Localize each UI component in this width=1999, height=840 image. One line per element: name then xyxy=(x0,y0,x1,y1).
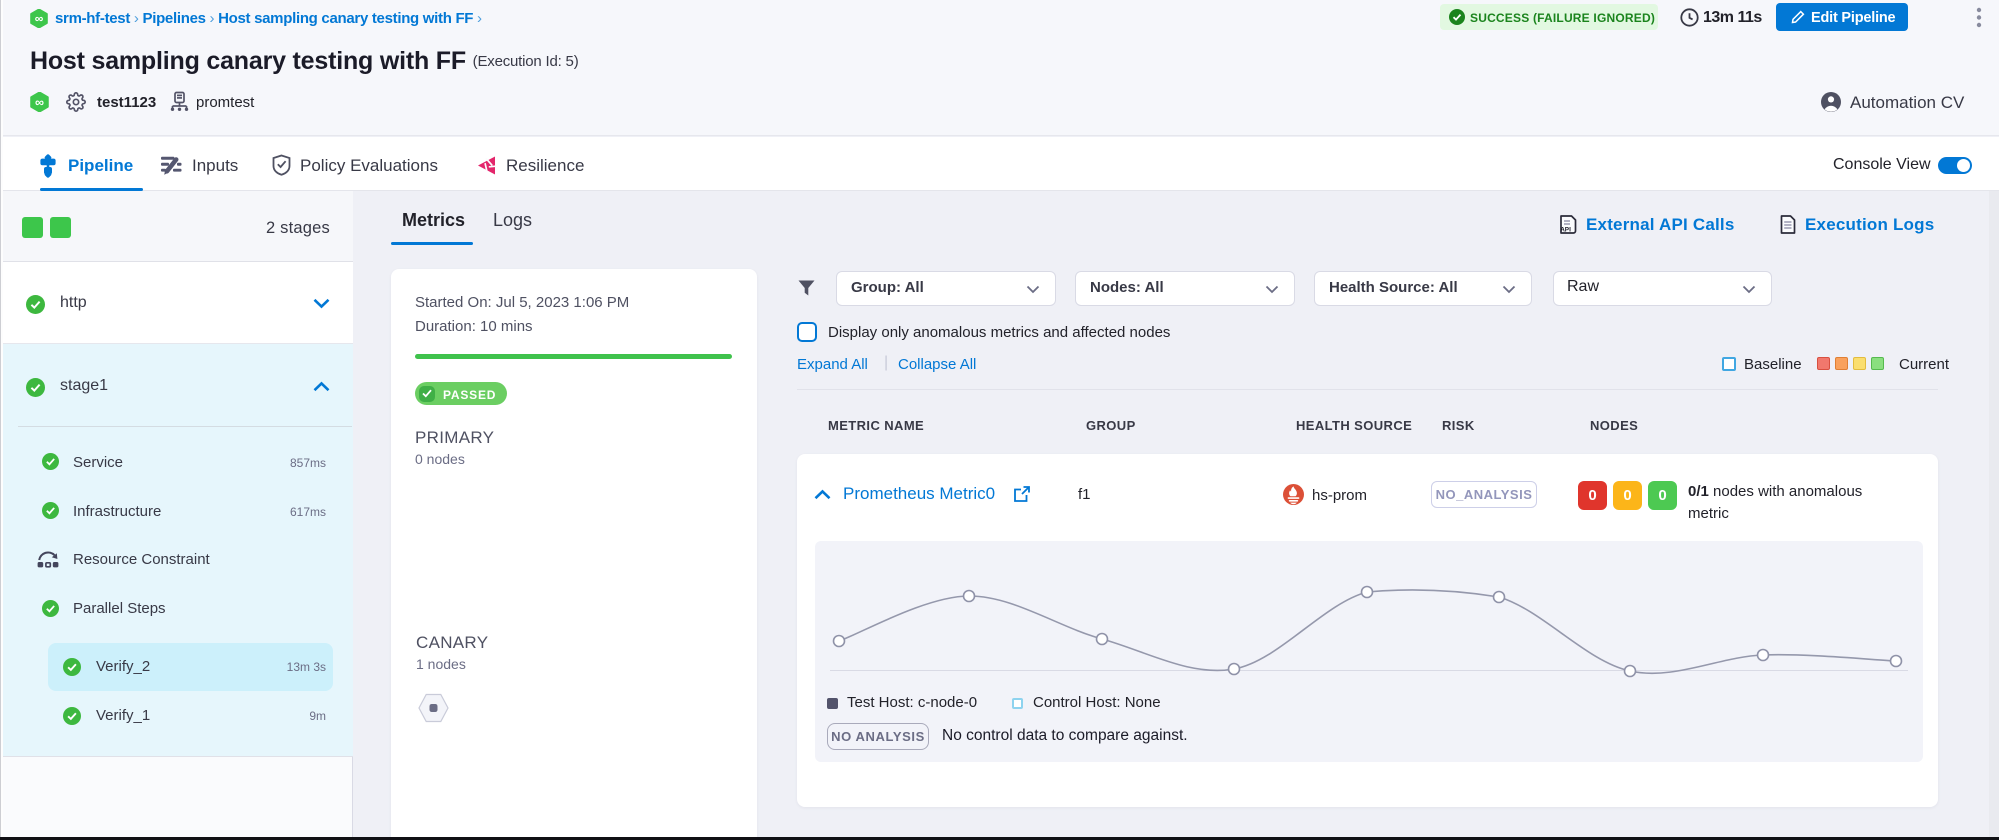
svg-text:∞: ∞ xyxy=(35,12,44,26)
svg-text:∞: ∞ xyxy=(35,95,44,109)
svg-text:API: API xyxy=(1560,227,1571,234)
